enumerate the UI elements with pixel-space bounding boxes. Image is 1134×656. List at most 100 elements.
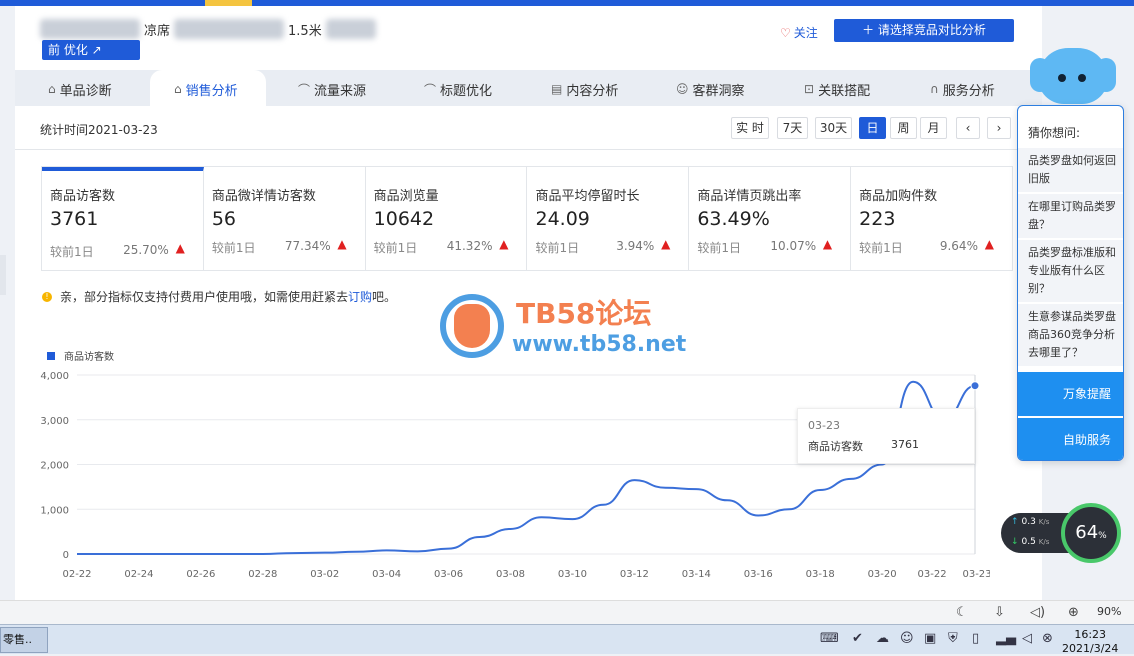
tab-5[interactable]: ☺ 客群洞察 (676, 76, 745, 102)
assistant-questions: 品类罗盘如何返回旧版 在哪里订购品类罗盘？ 品类罗盘标准版和专业版有什么区别？ 生意参… (1018, 148, 1123, 366)
range-button[interactable]: 日 (859, 117, 886, 139)
tab-label: 客群洞察 (692, 83, 745, 99)
download-speed: 0.5 (1021, 537, 1036, 547)
metric-value: 223 (859, 208, 896, 230)
data-point[interactable] (970, 381, 980, 391)
x-tick-label: 03-16 (744, 569, 773, 580)
tab-3[interactable]: ⌒ 标题优化 (424, 76, 492, 102)
usb-icon[interactable]: ▯ (972, 631, 979, 646)
assistant-question[interactable]: 在哪里订购品类罗盘？ (1018, 194, 1123, 238)
visitor-line-chart[interactable]: 0 1,000 2,000 3,000 4,000 02-22 02-24 02-26 02-2… (30, 360, 990, 585)
tab-label: 流量来源 (314, 83, 367, 99)
tab-1[interactable]: ⌂ 销售分析 (156, 68, 256, 110)
mascot-head (1038, 48, 1108, 104)
speed-unit: K/s (1038, 518, 1050, 526)
x-tick-label: 03-14 (682, 569, 711, 580)
tab-2[interactable]: ⌒ 流量来源 (298, 76, 366, 102)
x-tick-label: 03-10 (558, 569, 587, 580)
tooltip-value: 3761 (891, 438, 919, 451)
metric-value: 24.09 (535, 208, 590, 230)
zoom-level[interactable]: 90% (1097, 605, 1121, 618)
metric-card[interactable]: 商品浏览量 10642 较前1日 41.32% ▲ (366, 167, 528, 270)
assistant-question[interactable]: 品类罗盘如何返回旧版 (1018, 148, 1123, 192)
tooltip-date: 03-23 (808, 419, 840, 432)
taskbar-item[interactable]: 零售.. (0, 627, 48, 653)
clock-time: 16:23 (1074, 628, 1107, 641)
tab-7[interactable]: ∩ 服务分析 (930, 76, 995, 102)
mascot-eye (1078, 74, 1086, 82)
compare-button[interactable]: ＋ 请选择竞品对比分析 (834, 19, 1014, 42)
product-title: 凉席 1.5米 (40, 16, 376, 42)
keyboard-icon[interactable]: ⌨ (820, 631, 839, 646)
left-edge (0, 255, 6, 295)
tab-label: 关联搭配 (818, 83, 871, 99)
tab-4[interactable]: ▤ 内容分析 (551, 76, 618, 102)
follow-button[interactable]: ♡ 关注 (780, 24, 818, 41)
metric-value: 63.49% (697, 208, 770, 230)
link-icon: ⊡ (804, 82, 815, 96)
upload-speed: 0.3 (1021, 517, 1036, 527)
headset-icon: ∩ (930, 82, 939, 96)
qq-icon[interactable]: ☺ (900, 631, 914, 646)
speed-unit: K/s (1038, 538, 1050, 546)
x-tick-label: 02-28 (248, 569, 277, 580)
metric-pct: 9.64% (939, 239, 978, 253)
wanxiang-reminder-button[interactable]: 万象提醒 (1018, 372, 1123, 416)
range-button[interactable]: 周 (890, 117, 917, 139)
watermark-url: www.tb58.net (512, 332, 687, 357)
signal-icon[interactable]: ▂▄ (996, 631, 1016, 646)
volume-icon[interactable]: ◁ (1022, 631, 1032, 646)
metric-label: 商品加购件数 (859, 189, 938, 204)
zoom-icon[interactable]: ⊕ (1068, 605, 1079, 620)
tab-6[interactable]: ⊡ 关联搭配 (804, 76, 870, 102)
subscribe-link[interactable]: 订购 (348, 288, 372, 305)
moon-icon[interactable]: ☾ (956, 605, 968, 620)
range-button[interactable]: 30天 (815, 117, 852, 139)
range-button[interactable]: 月 (920, 117, 947, 139)
tab-label: 服务分析 (942, 83, 995, 99)
up-arrow-icon: ▲ (499, 237, 509, 251)
metric-card[interactable]: 商品详情页跳出率 63.49% 较前1日 10.07% ▲ (689, 167, 852, 270)
y-tick-label: 0 (63, 550, 69, 561)
range-button[interactable]: 7天 (777, 117, 808, 139)
watermark: TB58论坛 www.tb58.net (440, 290, 700, 360)
shop-icon: ⌂ (48, 82, 56, 96)
clock[interactable]: 16:23 2021/3/24 (1062, 628, 1118, 656)
blurred-title (325, 19, 376, 39)
security-icon[interactable]: ⛨ (948, 631, 958, 646)
metric-card[interactable]: 商品微详情访客数 56 较前1日 77.34% ▲ (204, 167, 366, 270)
trend-icon: ⌒ (424, 82, 437, 97)
metric-value: 3761 (50, 208, 99, 230)
wechat-icon[interactable]: ☁ (876, 631, 889, 646)
optimize-tag[interactable]: 前 优化 ↗ (42, 40, 140, 60)
y-tick-label: 2,000 (40, 461, 69, 472)
up-arrow-icon: ▲ (661, 237, 671, 251)
assistant-question[interactable]: 生意参谋品类罗盘商品360竞争分析去哪里了？ (1018, 304, 1123, 366)
metric-cards: 商品访客数 3761 较前1日 25.70% ▲ 商品微详情访客数 56 较前1日 77.34%… (41, 166, 1013, 271)
download-icon[interactable]: ⇩ (994, 605, 1005, 620)
cpu-gauge[interactable]: 64% (1061, 503, 1121, 563)
self-service-button[interactable]: 自助服务 (1018, 418, 1123, 460)
prev-arrow-icon[interactable]: ‹ (956, 117, 980, 139)
app-icon[interactable]: ▣ (924, 631, 936, 646)
browser-status-bar: ☾ ⇩ ◁) ⊕ (0, 600, 1134, 624)
speaker-icon[interactable]: ◁) (1030, 605, 1045, 620)
next-arrow-icon[interactable]: › (987, 117, 1011, 139)
range-button[interactable]: 实 时 (731, 117, 769, 139)
assistant-mascot-icon[interactable] (1030, 48, 1116, 108)
metric-label: 商品访客数 (50, 189, 116, 204)
metric-card[interactable]: 商品平均停留时长 24.09 较前1日 3.94% ▲ (527, 167, 690, 270)
metric-card[interactable]: 商品访客数 3761 较前1日 25.70% ▲ (42, 167, 204, 270)
legend-swatch (47, 351, 55, 360)
x-tick-label: 03-06 (434, 569, 463, 580)
up-arrow-icon: ▲ (984, 237, 994, 251)
tab-0[interactable]: ⌂ 单品诊断 (48, 76, 112, 102)
notice-text: 亲，部分指标仅支持付费用户使用哦，如需使用赶紧去 (60, 290, 349, 304)
y-tick-label: 3,000 (40, 416, 69, 427)
info-icon: ! (42, 291, 52, 302)
alert-icon[interactable]: ⊗ (1042, 631, 1053, 646)
assistant-question[interactable]: 品类罗盘标准版和专业版有什么区别？ (1018, 240, 1123, 302)
shield-icon[interactable]: ✔ (852, 631, 863, 646)
doc-icon: ▤ (551, 82, 563, 96)
metric-card[interactable]: 商品加购件数 223 较前1日 9.64% ▲ (851, 167, 1012, 270)
